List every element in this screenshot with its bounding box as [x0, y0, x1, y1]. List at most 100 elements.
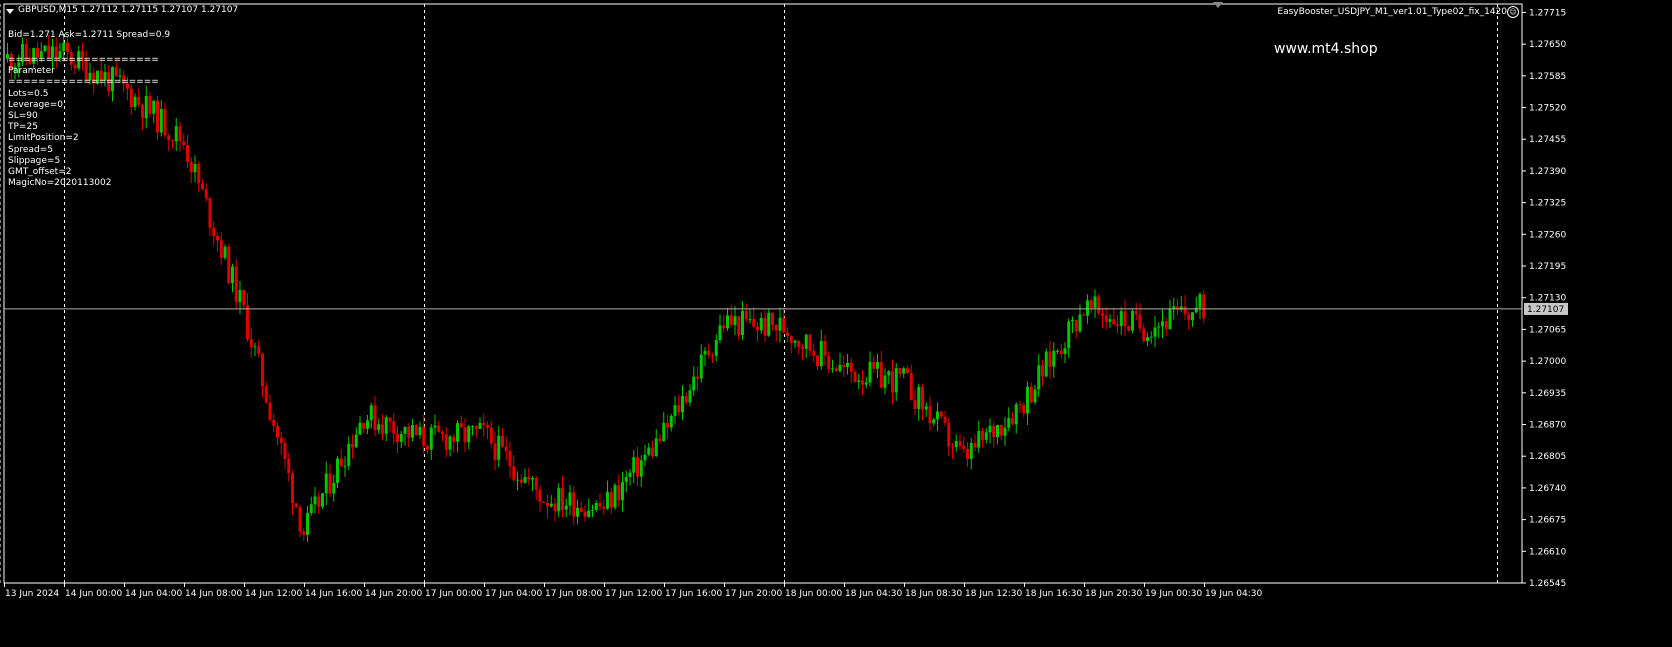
y-tick-label: 1.27260	[1529, 230, 1566, 240]
y-tick-label: 1.27130	[1529, 294, 1566, 304]
x-tick-label: 18 Jun 00:00	[785, 589, 842, 599]
bear-candle	[1104, 315, 1108, 322]
bear-candle	[452, 436, 456, 442]
bull-candle	[954, 441, 958, 448]
param-item: Spread=5	[8, 144, 53, 155]
bear-candle	[617, 485, 621, 501]
bear-candle	[66, 42, 69, 52]
bear-candle	[227, 246, 231, 284]
bear-candle	[437, 425, 441, 432]
bull-candle	[996, 424, 999, 438]
bear-candle	[771, 312, 774, 325]
bull-candle	[1161, 321, 1164, 327]
bear-candle	[891, 371, 894, 393]
bear-candle	[602, 506, 606, 509]
bear-candle	[414, 425, 418, 436]
bear-candle	[294, 503, 298, 508]
chart-menu-icon[interactable]	[6, 9, 14, 14]
bear-candle	[1089, 300, 1093, 308]
bull-candle	[418, 426, 422, 436]
bear-candle	[246, 305, 249, 340]
bear-candle	[212, 227, 216, 237]
bear-candle	[381, 424, 384, 434]
bull-candle	[741, 310, 744, 336]
bear-candle	[561, 488, 564, 510]
bear-candle	[501, 435, 504, 447]
current-price-label: 1.27107	[1527, 305, 1564, 315]
param-item: Slippage=5	[8, 155, 61, 166]
param-item: GMT_offset=2	[8, 166, 72, 177]
bear-candle	[163, 109, 167, 136]
bull-candle	[883, 375, 887, 388]
bull-candle	[1014, 404, 1018, 425]
bear-candle	[943, 416, 947, 423]
bull-candle	[632, 457, 636, 473]
bull-candle	[1194, 307, 1198, 313]
bull-candle	[692, 376, 696, 391]
y-tick-label: 1.26740	[1529, 484, 1566, 494]
bull-candle	[1131, 311, 1134, 331]
bear-candle	[219, 240, 223, 258]
bull-candle	[699, 354, 703, 379]
bear-candle	[579, 507, 583, 512]
bear-candle	[534, 477, 538, 490]
bear-candle	[666, 422, 669, 428]
bear-candle	[422, 426, 426, 447]
bear-candle	[1048, 351, 1052, 367]
bull-candle	[621, 482, 624, 501]
bear-candle	[658, 438, 662, 442]
bear-candle	[407, 426, 411, 438]
bear-candle	[756, 326, 759, 331]
bear-candle	[171, 140, 174, 142]
bear-candle	[272, 419, 276, 426]
shift-marker-icon[interactable]	[1213, 2, 1223, 8]
bull-candle	[159, 109, 163, 133]
bull-candle	[857, 380, 861, 382]
bull-candle	[688, 390, 692, 403]
bear-candle	[834, 368, 838, 372]
bear-candle	[249, 339, 253, 348]
bull-candle	[936, 411, 939, 420]
bear-candle	[981, 431, 984, 440]
smiley-icon[interactable]: ☺	[1507, 6, 1519, 18]
bull-candle	[748, 318, 752, 320]
bear-candle	[504, 446, 508, 452]
bear-candle	[242, 289, 246, 306]
bull-candle	[894, 368, 898, 393]
bear-candle	[482, 422, 486, 426]
bull-candle	[681, 395, 684, 413]
bear-candle	[426, 446, 429, 450]
bull-candle	[411, 425, 414, 438]
bull-candle	[531, 477, 534, 480]
bull-candle	[778, 317, 782, 331]
bull-candle	[647, 447, 651, 455]
bear-candle	[486, 425, 489, 428]
bull-candle	[377, 424, 381, 431]
bear-candle	[583, 511, 587, 517]
bull-candle	[726, 315, 729, 329]
param-item: LimitPosition=2	[8, 133, 79, 144]
param-item: SL=90	[8, 110, 38, 121]
bear-candle	[973, 443, 977, 448]
bull-candle	[669, 415, 673, 428]
chart-window[interactable]: 1.27715 1.27650 1.27585 1.27520 1.27455 1.273…	[0, 0, 1672, 647]
bull-candle	[429, 427, 433, 450]
x-tick-label: 18 Jun 16:30	[1025, 589, 1082, 599]
bull-candle	[354, 434, 358, 448]
y-tick-label: 1.27000	[1529, 357, 1566, 367]
bull-candle	[1078, 314, 1082, 332]
bull-candle	[591, 509, 594, 511]
x-tick-label: 18 Jun 20:30	[1085, 589, 1142, 599]
bear-candle	[351, 443, 354, 448]
price-chart[interactable]: 1.27715 1.27650 1.27585 1.27520 1.27455 1.273…	[0, 0, 1672, 647]
bull-candle	[804, 334, 808, 349]
bear-candle	[947, 422, 951, 447]
bull-candle	[714, 340, 718, 356]
bear-candle	[1101, 313, 1104, 316]
y-tick-label: 1.26870	[1529, 421, 1566, 431]
x-tick-label: 19 Jun 00:30	[1145, 589, 1202, 599]
bull-candle	[793, 340, 797, 343]
bull-candle	[587, 510, 591, 517]
bull-candle	[358, 422, 362, 435]
bear-candle	[958, 441, 962, 446]
